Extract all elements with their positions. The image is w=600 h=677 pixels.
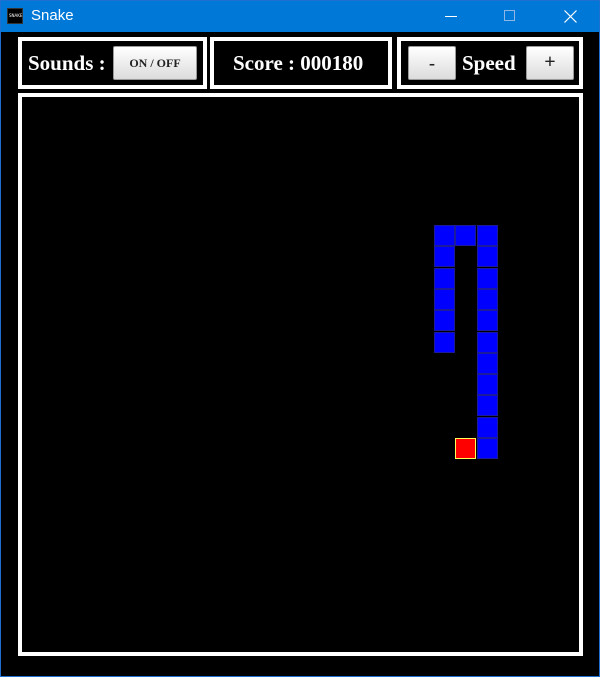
snake-segment [434, 225, 455, 246]
close-button[interactable] [547, 1, 593, 32]
sound-toggle-button[interactable]: ON / OFF [113, 46, 197, 80]
sounds-panel: Sounds : ON / OFF [18, 37, 207, 89]
snake-segment [477, 268, 498, 289]
snake-app-icon: SNAKE [7, 8, 23, 24]
snake-segment [477, 246, 498, 267]
snake-segment [477, 417, 498, 438]
snake-segment [477, 225, 498, 246]
speed-label: Speed [462, 51, 516, 75]
snake-segment [477, 395, 498, 416]
close-icon [564, 10, 577, 23]
title-bar[interactable]: SNAKE Snake [1, 1, 599, 32]
game-board[interactable] [18, 93, 583, 656]
score-panel: Score : 000180 [210, 37, 392, 89]
snake-segment [434, 289, 455, 310]
score-display: Score : 000180 [233, 51, 364, 75]
snake-segment [434, 268, 455, 289]
snake-segment [434, 332, 455, 353]
snake-segment [455, 225, 476, 246]
snake-segment [477, 332, 498, 353]
app-icon-text: SNAKE [9, 13, 23, 18]
food-item [455, 438, 476, 459]
snake-segment [477, 438, 498, 459]
snake-segment [477, 353, 498, 374]
snake-segment [434, 310, 455, 331]
snake-segment [477, 310, 498, 331]
maximize-button[interactable] [486, 1, 532, 32]
snake-window: SNAKE Snake Sounds : ON / OFF Score : 00… [0, 0, 600, 677]
speed-increase-button[interactable]: + [526, 46, 574, 80]
speed-decrease-button[interactable]: - [408, 46, 456, 80]
snake-segment [477, 289, 498, 310]
sounds-label: Sounds : [28, 51, 106, 75]
snake-segment [434, 246, 455, 267]
snake-segment [477, 374, 498, 395]
minimize-icon [445, 16, 457, 17]
minimize-button[interactable] [428, 1, 474, 32]
window-title: Snake [31, 7, 74, 24]
maximize-icon [504, 10, 515, 21]
speed-panel: - Speed + [397, 37, 583, 89]
